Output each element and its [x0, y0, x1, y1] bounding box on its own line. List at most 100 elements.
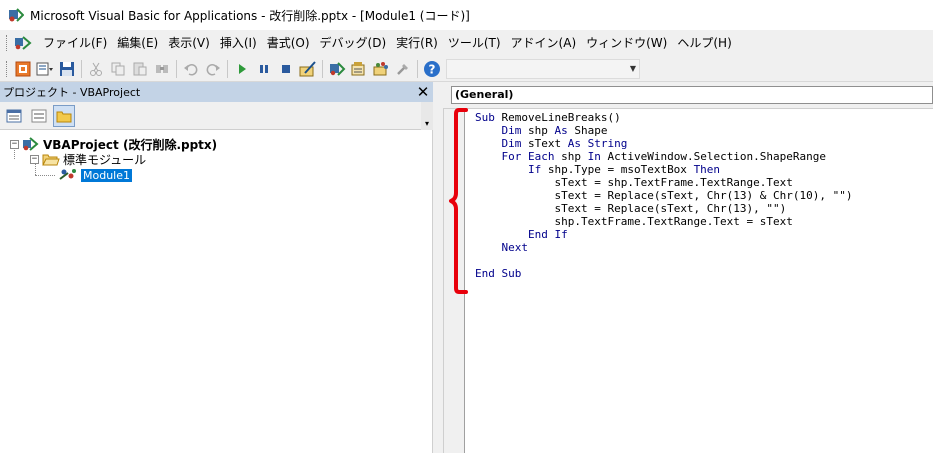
code-keyword: End Sub [475, 267, 522, 280]
view-host-icon[interactable] [12, 58, 34, 80]
code-line[interactable]: Dim sText As String [475, 137, 853, 150]
menu-item[interactable]: ツール(T) [443, 32, 506, 54]
code-token: shp [521, 124, 555, 137]
code-line[interactable]: End Sub [475, 267, 853, 280]
break-icon[interactable] [253, 58, 275, 80]
object-combo[interactable]: (General) [451, 86, 933, 104]
toolbar-separator [227, 59, 228, 78]
redo-icon[interactable] [202, 58, 224, 80]
code-line[interactable] [475, 254, 853, 267]
code-line[interactable]: sText = shp.TextFrame.TextRange.Text [475, 176, 853, 189]
vba-menu-icon[interactable] [14, 35, 32, 51]
project-explorer-icon[interactable] [326, 58, 348, 80]
view-code-icon[interactable] [3, 105, 25, 127]
toggle-folders-icon[interactable] [53, 104, 75, 127]
menu-items: ファイル(F) 編集(E) 表示(V) 挿入(I) 書式(O) デバッグ(D) 実行(R) ツ… [38, 32, 737, 54]
code-line[interactable]: End If [475, 228, 853, 241]
code-keyword: As [567, 137, 581, 150]
code-line[interactable]: Sub RemoveLineBreaks() [475, 111, 853, 124]
menu-item[interactable]: 書式(O) [262, 32, 315, 54]
undo-icon[interactable] [180, 58, 202, 80]
code-keyword: Then [693, 163, 721, 176]
menu-item[interactable]: ヘルプ(H) [672, 32, 736, 54]
code-token: shp.Type = msoTextBox [541, 163, 694, 176]
code-keyword: String [587, 137, 628, 150]
project-pane-header: プロジェクト - VBAProject ✕ [0, 82, 433, 102]
position-combo[interactable]: ▼ [446, 58, 640, 79]
project-tree: − VBAProject (改行削除.pptx) − 標準モジュール Modul… [0, 130, 433, 453]
code-line[interactable]: If shp.Type = msoTextBox Then [475, 163, 853, 176]
code-keyword: In [587, 150, 601, 163]
save-icon[interactable] [56, 58, 78, 80]
code-keyword: For Each [501, 150, 555, 163]
tree-node-standard-modules[interactable]: − 標準モジュール [30, 151, 146, 167]
code-line[interactable]: Dim shp As Shape [475, 124, 853, 137]
annotation-brace [449, 108, 468, 294]
code-keyword: Next [501, 241, 529, 254]
run-icon[interactable] [231, 58, 253, 80]
object-browser-icon[interactable] [370, 58, 392, 80]
project-pane-title: プロジェクト - VBAProject [3, 86, 141, 99]
menu-item[interactable]: 実行(R) [391, 32, 443, 54]
code-keyword: End If [527, 228, 568, 241]
scroll-arrow-icon[interactable]: ▾ [421, 101, 433, 130]
code-text[interactable]: Sub RemoveLineBreaks() Dim shp As Shape … [475, 111, 853, 280]
cut-icon[interactable] [85, 58, 107, 80]
code-keyword: Dim [501, 124, 522, 137]
window-title: Microsoft Visual Basic for Applications … [30, 8, 470, 23]
code-token: Shape [567, 124, 608, 137]
find-icon[interactable] [151, 58, 173, 80]
code-line[interactable]: For Each shp In ActiveWindow.Selection.S… [475, 150, 853, 163]
standard-toolbar: ? ▼ [0, 56, 933, 82]
view-object-icon[interactable] [28, 105, 50, 127]
menu-item[interactable]: アドイン(A) [506, 32, 582, 54]
code-line[interactable]: sText = Replace(sText, Chr(13), "") [475, 202, 853, 215]
code-window: (General) Sub RemoveLineBreaks() Dim shp… [443, 82, 933, 453]
menubar-grip[interactable] [6, 35, 10, 51]
code-token: ActiveWindow.Selection.ShapeRange [600, 150, 827, 163]
pane-splitter[interactable] [433, 82, 443, 453]
code-token: sText = Replace(sText, Chr(13) & Chr(10)… [554, 189, 853, 202]
toolbox-icon[interactable] [392, 58, 414, 80]
collapse-icon[interactable]: − [10, 139, 19, 149]
svg-text:?: ? [429, 62, 436, 76]
collapse-icon[interactable]: − [30, 154, 39, 164]
project-pane-toolbar: ▾ [0, 101, 433, 130]
paste-icon[interactable] [129, 58, 151, 80]
menu-item[interactable]: デバッグ(D) [315, 32, 392, 54]
code-line[interactable]: Next [475, 241, 853, 254]
module-icon [59, 169, 76, 180]
code-line[interactable]: sText = Replace(sText, Chr(13) & Chr(10)… [475, 189, 853, 202]
tree-node-module1[interactable]: Module1 [58, 167, 132, 183]
toolbar-separator [81, 59, 82, 78]
copy-icon[interactable] [107, 58, 129, 80]
code-token: shp.TextFrame.TextRange.Text = sText [554, 215, 793, 228]
properties-icon[interactable] [348, 58, 370, 80]
menu-item[interactable]: 表示(V) [163, 32, 215, 54]
code-keyword: As [554, 124, 568, 137]
toolbar-separator [322, 59, 323, 78]
menu-item[interactable]: 編集(E) [112, 32, 163, 54]
folder-open-icon [42, 154, 60, 166]
insert-module-icon[interactable] [34, 58, 56, 80]
toolbar-separator [417, 59, 418, 78]
tree-connector [35, 175, 55, 176]
design-mode-icon[interactable] [297, 58, 319, 80]
code-token: RemoveLineBreaks() [494, 111, 621, 124]
code-line[interactable]: shp.TextFrame.TextRange.Text = sText [475, 215, 853, 228]
code-token: sText = Replace(sText, Chr(13), "") [554, 202, 787, 215]
menu-item[interactable]: ウィンドウ(W) [581, 32, 672, 54]
menu-item[interactable]: 挿入(I) [215, 32, 262, 54]
close-icon[interactable]: ✕ [413, 82, 433, 102]
toolbar-separator [176, 59, 177, 78]
code-token: shp [554, 150, 588, 163]
help-icon[interactable]: ? [421, 58, 443, 80]
code-editor[interactable]: Sub RemoveLineBreaks() Dim shp As Shape … [443, 108, 933, 453]
module-node-label: Module1 [81, 168, 132, 182]
chevron-down-icon[interactable]: ▼ [627, 60, 639, 78]
toolbar-grip[interactable] [6, 60, 10, 77]
menu-item[interactable]: ファイル(F) [38, 32, 112, 54]
code-keyword: Dim [501, 137, 522, 150]
reset-icon[interactable] [275, 58, 297, 80]
